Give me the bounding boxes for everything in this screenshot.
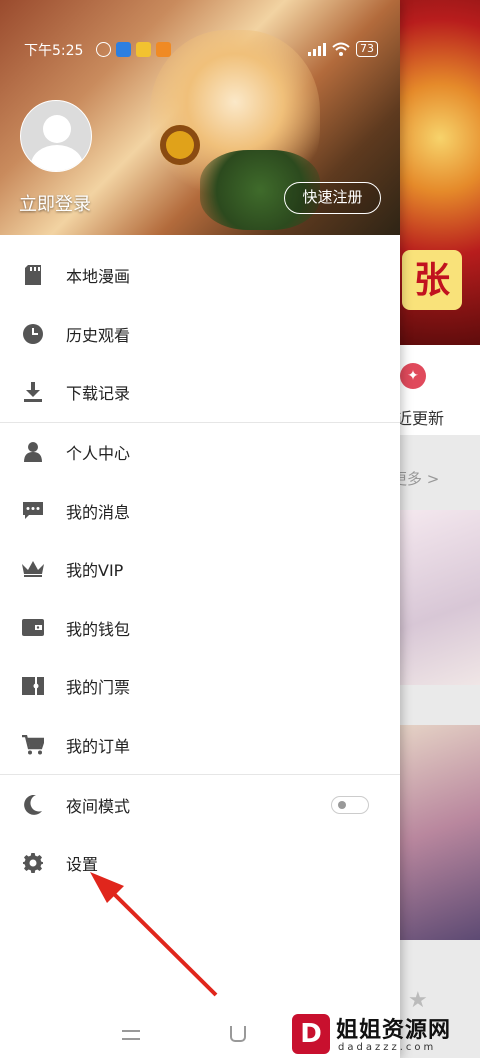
- banner-logo: 张: [402, 250, 462, 310]
- system-icons: 73: [308, 41, 378, 57]
- night-mode-toggle[interactable]: [331, 795, 369, 814]
- menu-label: 历史观看: [66, 325, 131, 345]
- status-time: 下午5:25: [24, 43, 84, 59]
- watermark: D 姐姐资源网 dadazzz.com: [292, 1012, 480, 1058]
- login-link[interactable]: 立即登录: [19, 190, 91, 216]
- cart-icon: [22, 734, 44, 756]
- watermark-title: 姐姐资源网: [336, 1018, 452, 1043]
- update-icon: ✦: [400, 363, 426, 389]
- update-label: 近更新: [396, 409, 445, 428]
- menu-label: 我的门票: [66, 678, 131, 698]
- ticket-icon: [22, 675, 44, 697]
- app-notification-icon: [116, 42, 131, 57]
- menu-label: 下载记录: [66, 384, 131, 404]
- status-bar: 下午5:25 73: [0, 36, 400, 66]
- menu-item-local-comics[interactable]: 本地漫画: [0, 246, 400, 305]
- wallet-icon: [22, 617, 44, 639]
- menu-item-night-mode[interactable]: 夜间模式: [0, 775, 400, 834]
- gear-icon: [22, 852, 44, 874]
- menu-label: 设置: [66, 855, 99, 875]
- signal-icon: [308, 42, 326, 56]
- clock-icon: [22, 323, 44, 345]
- avatar[interactable]: [20, 100, 92, 172]
- menu-label: 夜间模式: [66, 796, 131, 816]
- menu-item-personal-center[interactable]: 个人中心: [0, 423, 400, 482]
- watermark-logo: D: [292, 1014, 330, 1054]
- menu-item-downloads[interactable]: 下载记录: [0, 363, 400, 422]
- menu-item-settings[interactable]: 设置: [0, 834, 400, 893]
- header-artwork: [160, 125, 200, 165]
- menu-item-messages[interactable]: 我的消息: [0, 481, 400, 540]
- menu-item-wallet[interactable]: 我的钱包: [0, 599, 400, 658]
- drawer-menu: 本地漫画 历史观看 下载记录 个人中心 我的消息 我的VIP 我的钱包 我的门票…: [0, 246, 400, 893]
- menu-label: 我的订单: [66, 737, 131, 757]
- menu-label: 个人中心: [66, 444, 131, 464]
- watermark-domain: dadazzz.com: [338, 1042, 437, 1053]
- crown-icon: [22, 558, 44, 580]
- screen: 张 ✦ 近更新 更多 > ★ 下午5:25 73 立即登录 快速注册 本地漫画 …: [0, 0, 480, 1058]
- toggle-knob: [338, 800, 346, 809]
- menu-label: 我的VIP: [66, 561, 124, 581]
- person-icon: [22, 441, 44, 463]
- notification-icons: [96, 42, 171, 57]
- register-button[interactable]: 快速注册: [284, 182, 381, 214]
- download-icon: [22, 381, 44, 403]
- menu-item-orders[interactable]: 我的订单: [0, 716, 400, 775]
- app-notification-icon: [136, 42, 151, 57]
- battery-icon: 73: [356, 41, 378, 57]
- sd-card-icon: [22, 264, 44, 286]
- home-button[interactable]: [230, 1026, 246, 1042]
- menu-item-vip[interactable]: 我的VIP: [0, 540, 400, 599]
- avatar-body: [31, 145, 83, 171]
- wifi-icon: [332, 42, 350, 56]
- drawer-header: 下午5:25 73 立即登录 快速注册: [0, 0, 400, 235]
- menu-item-history[interactable]: 历史观看: [0, 305, 400, 364]
- menu-label: 我的消息: [66, 502, 131, 522]
- message-icon: [22, 500, 44, 522]
- avatar-head: [43, 115, 71, 143]
- menu-item-tickets[interactable]: 我的门票: [0, 657, 400, 716]
- alarm-icon: [96, 42, 111, 57]
- menu-label: 我的钱包: [66, 619, 131, 639]
- star-icon[interactable]: ★: [408, 988, 428, 1013]
- navigation-drawer: 下午5:25 73 立即登录 快速注册 本地漫画 历史观看 下载记录 个人中心 …: [0, 0, 400, 1058]
- moon-icon: [22, 794, 44, 816]
- app-notification-icon: [156, 42, 171, 57]
- menu-label: 本地漫画: [66, 267, 131, 287]
- recents-button[interactable]: [122, 1030, 140, 1040]
